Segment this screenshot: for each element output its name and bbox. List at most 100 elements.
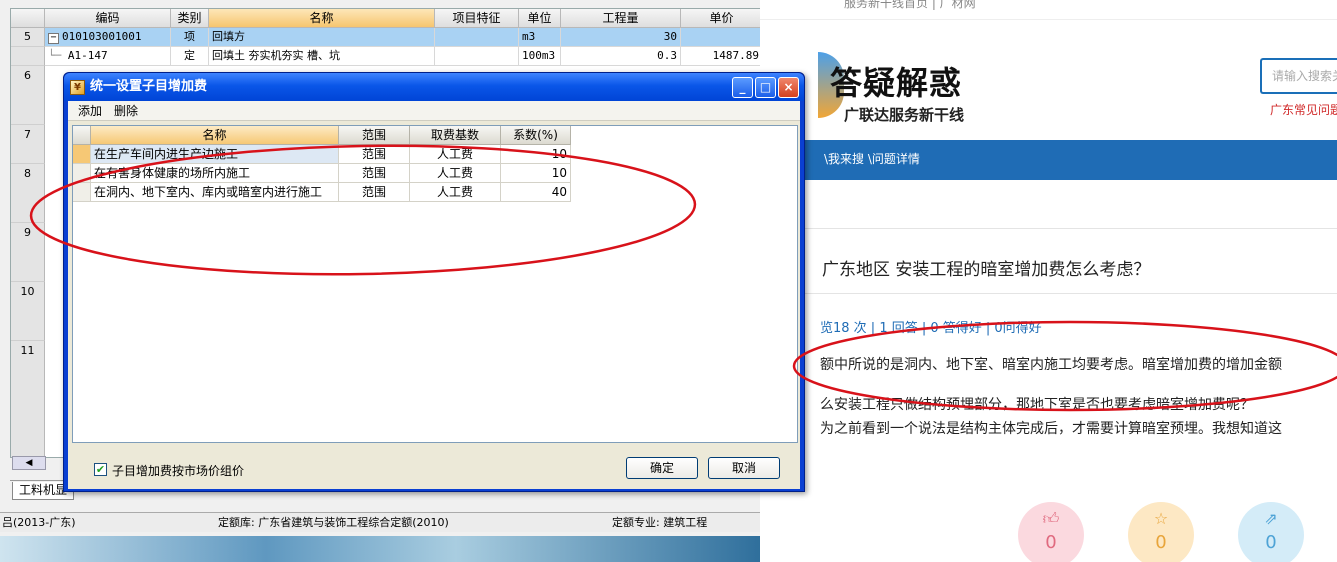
col-header-unit[interactable]: 单位 bbox=[519, 9, 561, 28]
table-cell-coef[interactable]: 10 bbox=[501, 145, 571, 164]
col-header-type[interactable]: 类别 bbox=[171, 9, 209, 28]
col-header-qty[interactable]: 工程量 bbox=[561, 9, 681, 28]
dialog-body: 添加 删除 名称 范围 取费基数 系数(%) 在生产车间内进生产边施工 范围 人… bbox=[68, 101, 800, 489]
market-price-checkbox-label[interactable]: 子目增加费按市场价组价 bbox=[112, 462, 244, 479]
row-number: 11 bbox=[11, 341, 45, 457]
top-nav: 服务新干线首页 | 广材网 bbox=[760, 0, 1337, 20]
col-header-name[interactable]: 名称 bbox=[209, 9, 435, 28]
table-cell-base[interactable]: 人工费 bbox=[410, 145, 501, 164]
breadcrumb-bar: \我来搜 \问题详情 bbox=[760, 140, 1337, 180]
table-cell-coef[interactable]: 40 bbox=[501, 183, 571, 202]
share-count: 0 bbox=[1265, 532, 1277, 553]
col-header-code[interactable]: 编码 bbox=[45, 9, 171, 28]
minimize-button[interactable]: _ bbox=[732, 77, 753, 98]
table-cell-base[interactable]: 人工费 bbox=[410, 183, 501, 202]
search-input[interactable]: 请输入搜索关 bbox=[1260, 58, 1337, 94]
col-header-name[interactable]: 名称 bbox=[91, 126, 339, 145]
table-cell-price[interactable] bbox=[681, 28, 763, 47]
row-indicator[interactable] bbox=[73, 164, 91, 183]
hscroll-left-arrow[interactable]: ◀ bbox=[12, 456, 46, 470]
delete-button[interactable]: 删除 bbox=[112, 103, 140, 119]
web-page: 服务新干线首页 | 广材网 答疑解惑 广联达服务新干线 请输入搜索关 广东常见问… bbox=[760, 0, 1337, 562]
status-quota-major: 定额专业: 建筑工程 bbox=[612, 516, 708, 529]
logo-subtitle: 广联达服务新干线 bbox=[844, 106, 965, 124]
row-number-blank bbox=[11, 47, 45, 66]
favorite-count: 0 bbox=[1155, 532, 1167, 553]
table-cell-qty[interactable]: 30 bbox=[561, 28, 681, 47]
divider bbox=[760, 228, 1337, 229]
table-cell-unit[interactable]: 100m3 bbox=[519, 47, 561, 66]
thumbs-up-icon: 👍︎ bbox=[1042, 509, 1060, 528]
grid-corner bbox=[11, 9, 45, 28]
app-icon: ¥ bbox=[70, 80, 85, 95]
favorite-button[interactable]: ☆ 0 bbox=[1128, 502, 1194, 562]
table-cell-scope[interactable]: 范围 bbox=[339, 145, 410, 164]
col-header-feature[interactable]: 项目特征 bbox=[435, 9, 519, 28]
table-cell-scope[interactable]: 范围 bbox=[339, 164, 410, 183]
table-cell-coef[interactable]: 10 bbox=[501, 164, 571, 183]
table-row-code[interactable]: └─ A1-147 bbox=[45, 47, 171, 66]
dialog-titlebar[interactable]: ¥ 统一设置子目增加费 _ □ × bbox=[64, 73, 804, 101]
expand-icon[interactable]: − bbox=[48, 33, 59, 44]
table-cell-name[interactable]: 在有害身体健康的场所内施工 bbox=[91, 164, 339, 183]
row-number: 10 bbox=[11, 282, 45, 341]
like-count: 0 bbox=[1045, 532, 1057, 553]
row-number: 9 bbox=[11, 223, 45, 282]
surcharge-table: 名称 范围 取费基数 系数(%) 在生产车间内进生产边施工 范围 人工费 10 … bbox=[72, 125, 798, 443]
row-number: 5 bbox=[11, 28, 45, 47]
table-cell-price[interactable]: 1487.89 bbox=[681, 47, 763, 66]
answer-line: 额中所说的是洞内、地下室、暗室内施工均要考虑。暗室增加费的增加金额 bbox=[820, 357, 1282, 373]
answer-line: 为之前看到一个说法是结构主体完成后，才需要计算暗室预埋。我想知道这 bbox=[820, 421, 1282, 437]
star-icon: ☆ bbox=[1153, 509, 1169, 528]
desktop-wallpaper bbox=[0, 536, 760, 562]
breadcrumb[interactable]: \我来搜 \问题详情 bbox=[824, 140, 920, 178]
col-header-base[interactable]: 取费基数 bbox=[410, 126, 501, 145]
divider bbox=[760, 293, 1337, 294]
table-row-code[interactable]: −010103001001 bbox=[45, 28, 171, 47]
question-title: 广东地区 安装工程的暗室增加费怎么考虑？ bbox=[822, 260, 1151, 280]
answer-line: 么安装工程只做结构预埋部分，那地下室是否也要考虑暗室增加费呢？ bbox=[820, 397, 1254, 413]
maximize-button[interactable]: □ bbox=[755, 77, 776, 98]
table-cell-unit[interactable]: m3 bbox=[519, 28, 561, 47]
table-corner bbox=[73, 126, 91, 145]
table-cell-name[interactable]: 在洞内、地下室内、库内或暗室内进行施工 bbox=[91, 183, 339, 202]
dialog-toolbar: 添加 删除 bbox=[68, 101, 800, 121]
table-cell-scope[interactable]: 范围 bbox=[339, 183, 410, 202]
table-cell-qty[interactable]: 0.3 bbox=[561, 47, 681, 66]
table-cell-type[interactable]: 项 bbox=[171, 28, 209, 47]
table-cell-name[interactable]: 回填方 bbox=[209, 28, 435, 47]
status-quota-library: 定额库: 广东省建筑与装饰工程综合定额(2010) bbox=[218, 516, 449, 529]
col-header-coef[interactable]: 系数(%) bbox=[501, 126, 571, 145]
logo-title: 答疑解惑 bbox=[830, 64, 963, 102]
top-nav-links[interactable]: 服务新干线首页 | 广材网 bbox=[844, 0, 976, 11]
row-indicator[interactable] bbox=[73, 145, 91, 164]
row-number: 8 bbox=[11, 164, 45, 223]
status-bar: 吕(2013-广东) 定额库: 广东省建筑与装饰工程综合定额(2010) 定额专… bbox=[0, 512, 822, 532]
table-cell-feature[interactable] bbox=[435, 47, 519, 66]
like-button[interactable]: 👍︎ 0 bbox=[1018, 502, 1084, 562]
col-header-scope[interactable]: 范围 bbox=[339, 126, 410, 145]
code-value: 010103001001 bbox=[62, 30, 142, 43]
code-value: A1-147 bbox=[67, 49, 108, 62]
close-button[interactable]: × bbox=[778, 77, 799, 98]
col-header-price[interactable]: 单价 bbox=[681, 9, 763, 28]
add-button[interactable]: 添加 bbox=[76, 103, 104, 119]
share-button[interactable]: ⇗ 0 bbox=[1238, 502, 1304, 562]
hot-questions-link[interactable]: 广东常见问题 bbox=[1270, 101, 1337, 118]
table-cell-name[interactable]: 在生产车间内进生产边施工 bbox=[91, 145, 339, 164]
row-number: 6 bbox=[11, 66, 45, 125]
table-cell-base[interactable]: 人工费 bbox=[410, 164, 501, 183]
table-cell-feature[interactable] bbox=[435, 28, 519, 47]
subitem-surcharge-dialog: ¥ 统一设置子目增加费 _ □ × 添加 删除 名称 范围 取费基数 系数(%)… bbox=[63, 72, 805, 492]
ok-button[interactable]: 确定 bbox=[626, 457, 698, 479]
tree-line: └─ bbox=[48, 49, 68, 62]
row-indicator[interactable] bbox=[73, 183, 91, 202]
status-project: 吕(2013-广东) bbox=[2, 516, 76, 529]
share-icon: ⇗ bbox=[1264, 509, 1278, 528]
market-price-checkbox[interactable]: ✔ bbox=[94, 463, 107, 476]
table-cell-type[interactable]: 定 bbox=[171, 47, 209, 66]
row-number: 7 bbox=[11, 125, 45, 164]
table-cell-name[interactable]: 回填土 夯实机夯实 槽、坑 bbox=[209, 47, 435, 66]
cancel-button[interactable]: 取消 bbox=[708, 457, 780, 479]
dialog-title: 统一设置子目增加费 bbox=[90, 79, 208, 94]
